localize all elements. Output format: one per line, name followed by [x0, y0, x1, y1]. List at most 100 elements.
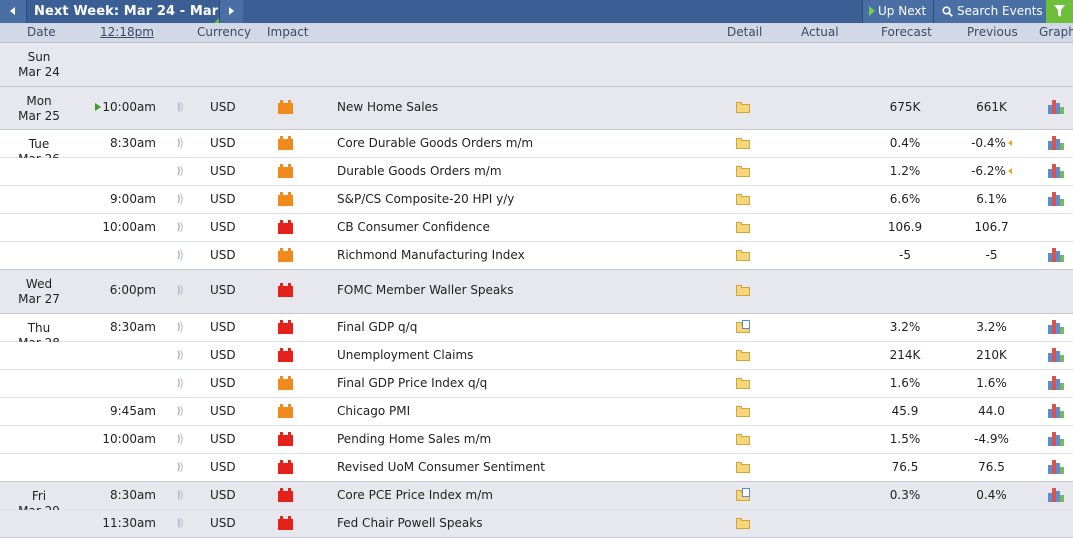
detail-folder-icon[interactable] [736, 462, 750, 473]
event-title[interactable]: Pending Home Sales m/m [337, 432, 491, 447]
event-time: 9:45am [110, 404, 156, 418]
folder-shape [736, 166, 750, 177]
event-row: Wed Mar 27 6:00pm USD FOMC Member Waller Spe… [0, 270, 1073, 314]
detail-folder-icon[interactable] [736, 138, 750, 149]
sound-alert-icon[interactable] [174, 405, 186, 417]
forecast-value: 1.2% [889, 164, 921, 178]
detail-folder-icon[interactable] [736, 222, 750, 233]
sound-alert-icon[interactable] [174, 221, 186, 233]
graph-icon[interactable] [1048, 100, 1064, 114]
document-overlay [742, 488, 750, 497]
previous-text: 6.1% [976, 192, 1007, 206]
next-week-button[interactable] [219, 0, 243, 23]
event-title[interactable]: Chicago PMI [337, 404, 410, 419]
sound-alert-icon[interactable] [174, 461, 186, 473]
high-impact-icon [278, 488, 293, 502]
time-cell [76, 454, 156, 481]
event-row: 10:00am USD Pending Home Sales m/m 1.5% -4.9… [0, 426, 1073, 454]
currency-cell: USD [210, 376, 236, 390]
folder-shape [736, 102, 750, 113]
sound-alert-icon[interactable] [174, 165, 186, 177]
event-title[interactable]: FOMC Member Waller Speaks [337, 283, 514, 298]
time-cell: 6:00pm [76, 283, 156, 298]
sound-alert-icon[interactable] [174, 284, 186, 296]
previous-value: 6.1% [944, 192, 1039, 207]
detail-folder-icon[interactable] [736, 166, 750, 177]
sound-alert-icon[interactable] [174, 433, 186, 445]
current-time-link[interactable]: 12:18pm [100, 23, 154, 42]
event-title[interactable]: Durable Goods Orders m/m [337, 164, 502, 179]
previous-value: 106.7 [944, 220, 1039, 235]
event-title[interactable]: Final GDP Price Index q/q [337, 376, 487, 391]
currency-cell: USD [210, 516, 236, 530]
detail-folder-icon[interactable] [736, 406, 750, 417]
detail-folder-icon[interactable] [736, 194, 750, 205]
previous-text: 106.7 [974, 220, 1009, 234]
date-column-header: Date [27, 25, 56, 39]
sound-alert-icon[interactable] [174, 517, 186, 529]
graph-icon[interactable] [1048, 460, 1064, 474]
detail-folder-icon[interactable] [736, 285, 750, 296]
previous-week-button[interactable] [0, 0, 27, 23]
sound-alert-icon[interactable] [174, 249, 186, 261]
event-title[interactable]: Core PCE Price Index m/m [337, 488, 493, 503]
graph-icon[interactable] [1048, 404, 1064, 418]
graph-icon[interactable] [1048, 320, 1064, 334]
next-up-play-icon [95, 102, 102, 111]
sound-alert-icon[interactable] [174, 349, 186, 361]
previous-text: 3.2% [976, 320, 1007, 334]
event-title[interactable]: S&P/CS Composite-20 HPI y/y [337, 192, 514, 207]
currency-cell: USD [210, 404, 236, 418]
revised-indicator-icon [1007, 167, 1012, 174]
medium-impact-icon [278, 248, 293, 262]
detail-folder-icon[interactable] [736, 518, 750, 529]
column-header-row: Date 12:18pm Currency Impact Detail Actu… [0, 23, 1073, 43]
detail-folder-icon[interactable] [736, 378, 750, 389]
high-impact-icon [278, 516, 293, 530]
detail-doc-folder-icon[interactable] [736, 320, 750, 333]
revised-indicator-icon [1007, 139, 1012, 146]
search-events-button[interactable]: Search Events [933, 0, 1046, 23]
graph-icon[interactable] [1048, 136, 1064, 150]
event-title[interactable]: Unemployment Claims [337, 348, 473, 363]
currency-cell: USD [210, 164, 236, 178]
sound-alert-icon[interactable] [174, 193, 186, 205]
medium-impact-icon [278, 136, 293, 150]
document-overlay [742, 320, 750, 329]
graph-icon[interactable] [1048, 248, 1064, 262]
forecast-value: 1.5% [889, 432, 921, 446]
event-row: USD Revised UoM Consumer Sentiment 76.5 76.… [0, 454, 1073, 482]
graph-icon[interactable] [1048, 432, 1064, 446]
event-title[interactable]: CB Consumer Confidence [337, 220, 490, 235]
detail-folder-icon[interactable] [736, 434, 750, 445]
sound-alert-icon[interactable] [174, 101, 186, 113]
detail-doc-folder-icon[interactable] [736, 488, 750, 501]
sound-alert-icon[interactable] [174, 137, 186, 149]
filter-button[interactable] [1046, 0, 1073, 23]
sound-alert-icon[interactable] [174, 377, 186, 389]
currency-cell: USD [210, 100, 236, 114]
detail-folder-icon[interactable] [736, 350, 750, 361]
detail-folder-icon[interactable] [736, 250, 750, 261]
folder-shape [736, 462, 750, 473]
event-title[interactable]: Fed Chair Powell Speaks [337, 516, 482, 531]
up-next-button[interactable]: Up Next [862, 0, 933, 23]
event-time: 8:30am [110, 488, 156, 502]
graph-icon[interactable] [1048, 192, 1064, 206]
event-title[interactable]: Core Durable Goods Orders m/m [337, 136, 533, 151]
date-cell: Mon Mar 25 [0, 94, 78, 124]
event-time: 9:00am [110, 192, 156, 206]
currency-cell: USD [210, 283, 236, 297]
sound-alert-icon[interactable] [174, 321, 186, 333]
sound-alert-icon[interactable] [174, 489, 186, 501]
event-time: 10:00am [102, 432, 156, 446]
event-title[interactable]: Revised UoM Consumer Sentiment [337, 460, 545, 475]
detail-folder-icon[interactable] [736, 102, 750, 113]
graph-icon[interactable] [1048, 164, 1064, 178]
graph-icon[interactable] [1048, 376, 1064, 390]
graph-icon[interactable] [1048, 488, 1064, 502]
event-title[interactable]: Final GDP q/q [337, 320, 417, 335]
event-title[interactable]: New Home Sales [337, 100, 438, 115]
event-title[interactable]: Richmond Manufacturing Index [337, 248, 525, 263]
graph-icon[interactable] [1048, 348, 1064, 362]
